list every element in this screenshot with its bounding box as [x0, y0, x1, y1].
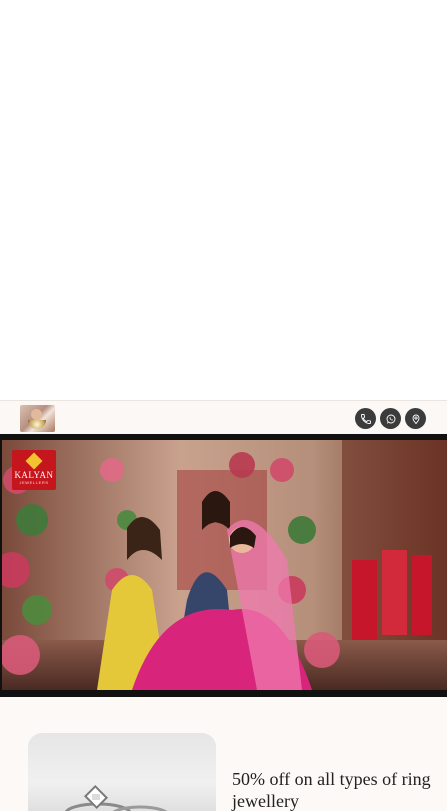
brand-subtitle: JEWELLERS [19, 480, 49, 485]
jewellery-thumbnail-image[interactable] [20, 405, 55, 432]
ring-icon [65, 784, 168, 811]
whatsapp-button[interactable] [380, 408, 401, 429]
top-bar [0, 400, 447, 434]
blank-area [0, 0, 447, 400]
location-pin-icon [412, 414, 419, 424]
phone-button[interactable] [355, 408, 376, 429]
location-button[interactable] [405, 408, 426, 429]
offer-title: 50% off on all types of ring jewellery [232, 769, 431, 811]
logo-mark-icon [25, 452, 43, 470]
page: KALYAN JEWELLERS 50% off on all types of… [0, 0, 447, 811]
brand-name: KALYAN [14, 470, 54, 480]
model-face [31, 409, 42, 420]
phone-icon [360, 413, 371, 424]
kalyan-logo: KALYAN JEWELLERS [12, 450, 56, 490]
offer-section: 50% off on all types of ring jewellery [0, 697, 447, 811]
promo-video[interactable]: KALYAN JEWELLERS [0, 434, 447, 697]
video-frame [2, 440, 447, 690]
necklace-shape [28, 420, 46, 429]
ring-product-image[interactable] [28, 733, 216, 811]
whatsapp-icon [386, 414, 395, 424]
